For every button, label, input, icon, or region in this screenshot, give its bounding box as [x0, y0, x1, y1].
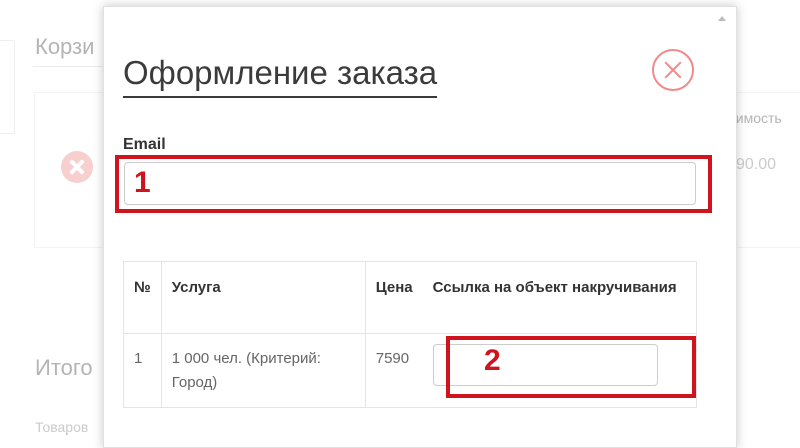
link-input[interactable]	[432, 344, 658, 386]
row-link-cell	[422, 333, 697, 408]
order-table: № Услуга Цена Ссылка на объект накручива…	[123, 261, 697, 408]
order-modal: Оформление заказа Email № Услуга Цена Сс…	[103, 6, 737, 448]
email-input[interactable]	[124, 162, 696, 205]
table-header-row: № Услуга Цена Ссылка на объект накручива…	[123, 261, 697, 334]
col-header-num: №	[123, 261, 162, 334]
scroll-up-arrow-icon[interactable]	[718, 16, 726, 21]
close-icon[interactable]	[652, 49, 694, 91]
email-label: Email	[123, 136, 166, 153]
col-header-service: Услуга	[160, 261, 366, 334]
col-header-price: Цена	[364, 261, 423, 334]
row-price: 7590	[364, 333, 423, 408]
table-row: 1 1 000 чел. (Критерий: Город) 7590	[123, 333, 697, 408]
row-num: 1	[123, 333, 162, 408]
modal-title: Оформление заказа	[123, 54, 438, 98]
col-header-link: Ссылка на объект накручивания	[422, 261, 697, 334]
row-service: 1 000 чел. (Критерий: Город)	[160, 333, 366, 408]
